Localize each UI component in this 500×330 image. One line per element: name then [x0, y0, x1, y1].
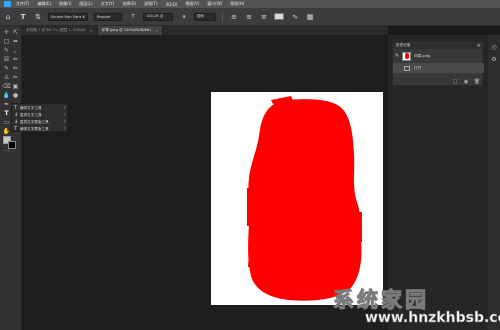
hand-tool-icon[interactable]: ✋: [2, 127, 11, 136]
flyout-item-label: 横排文字蒙版工具: [20, 126, 49, 131]
history-panel-header: 历史记录 ≡: [393, 42, 484, 49]
flyout-item-label: 直排文字工具: [20, 112, 42, 117]
align-right-icon[interactable]: ≡: [259, 12, 269, 22]
history-panel: 历史记录 ≡ ✎ 印章.jpeg 打开 □ ◉ 🗑: [392, 41, 484, 86]
tab-label: 未标题-1 @ 66.7% (图层 1, RGB/8): [26, 28, 86, 32]
history-panel-icon[interactable]: ◴: [490, 43, 498, 51]
tab-untitled-1[interactable]: 未标题-1 @ 66.7% (图层 1, RGB/8) ×: [22, 26, 98, 35]
document-canvas[interactable]: [211, 92, 383, 305]
new-document-from-state-icon[interactable]: □: [452, 79, 458, 85]
flyout-item-vertical-type[interactable]: ↡ 直排文字工具 T: [12, 112, 69, 119]
menu-item-layer[interactable]: 图层(L): [79, 1, 92, 7]
shortcut-label: T: [63, 127, 66, 132]
photoshop-logo-icon[interactable]: [4, 1, 11, 7]
camera-snapshot-icon[interactable]: ◉: [463, 79, 469, 85]
menu-item-window[interactable]: 窗口(W): [207, 1, 222, 7]
menu-item-filter[interactable]: 滤镜(T): [144, 1, 158, 7]
menu-item-file[interactable]: 文件(F): [16, 1, 29, 7]
stamp-edge-fragment: [247, 188, 251, 226]
menu-item-edit[interactable]: 编辑(E): [37, 1, 51, 7]
options-divider: [222, 11, 223, 22]
history-state-row[interactable]: 打开: [393, 63, 484, 73]
menu-item-select[interactable]: 选择(S): [122, 1, 136, 7]
move-tool-icon[interactable]: ✛: [2, 28, 11, 37]
close-icon[interactable]: ×: [155, 29, 158, 33]
shortcut-label: T: [63, 106, 66, 111]
eraser-tool-icon[interactable]: ⌫: [2, 82, 11, 91]
antialias-icon: a: [182, 13, 186, 20]
crop-tool-icon[interactable]: ⌞: [11, 46, 20, 55]
menu-item-image[interactable]: 图像(I): [59, 1, 71, 7]
gradient-tool-icon[interactable]: ▣: [11, 82, 20, 91]
stamp-image: [247, 96, 362, 301]
home-icon[interactable]: ⌂: [3, 12, 13, 22]
history-panel-footer: □ ◉ 🗑: [393, 77, 484, 86]
options-bar: ⌂ T ⇅ Source Han Sans K Regular T 100.26…: [0, 8, 500, 26]
text-color-swatch[interactable]: [274, 13, 284, 20]
frame-tool-icon[interactable]: ☒: [2, 55, 11, 64]
lasso-tool-icon[interactable]: ➠: [11, 37, 20, 46]
menu-item-type[interactable]: 文字(Y): [101, 1, 115, 7]
eyedropper-tool-icon[interactable]: ✏: [11, 55, 20, 64]
artboard-tool-icon[interactable]: ⇱: [11, 28, 20, 37]
flyout-item-horizontal-type-mask[interactable]: T 横排文字蒙版工具 T: [12, 126, 69, 133]
pen-tool-icon[interactable]: ✒: [2, 100, 11, 109]
history-state-label: 打开: [414, 65, 422, 70]
type-tool-icon[interactable]: T: [2, 109, 11, 118]
blur-tool-icon[interactable]: 💧: [2, 91, 11, 100]
panel-menu-icon[interactable]: ≡: [477, 43, 481, 49]
red-stamp-shape: [248, 99, 362, 301]
site-watermark: 系统家园 www.hnzkhbsb.com: [333, 284, 500, 328]
history-brush-source-icon[interactable]: ✎: [395, 53, 402, 59]
clone-stamp-tool-icon[interactable]: ♙: [2, 73, 11, 82]
shortcut-label: T: [63, 113, 66, 118]
menu-item-3d[interactable]: 3D(D): [166, 2, 178, 7]
close-icon[interactable]: ×: [90, 29, 93, 33]
font-size-icon: T: [131, 13, 135, 20]
open-document-icon: [404, 65, 410, 71]
shortcut-label: T: [63, 120, 66, 125]
marquee-tool-icon[interactable]: □: [2, 37, 11, 46]
character-panel-icon[interactable]: ▦: [305, 12, 315, 22]
healing-brush-tool-icon[interactable]: ✎: [2, 64, 11, 73]
snapshot-label: 印章.jpeg: [414, 53, 431, 58]
menu-bar: 文件(F) 编辑(E) 图像(I) 图层(L) 文字(Y) 选择(S) 滤镜(T…: [0, 0, 500, 8]
history-brush-tool-icon[interactable]: ✏: [11, 73, 20, 82]
warp-text-icon[interactable]: ∿: [290, 12, 300, 22]
font-family-select[interactable]: Source Han Sans K: [48, 12, 88, 21]
dodge-tool-icon[interactable]: ●: [11, 91, 20, 100]
properties-panel-icon[interactable]: ⚙: [490, 55, 498, 63]
type-tool-flyout: T 横排文字工具 T ↡ 直排文字工具 T ↡ 直排文字蒙版工具 T T 横排文…: [11, 103, 68, 132]
shape-tool-icon[interactable]: ▭: [2, 118, 11, 127]
flyout-item-label: 横排文字工具: [20, 105, 42, 110]
antialias-select[interactable]: 锐利: [194, 12, 216, 21]
flyout-item-label: 直排文字蒙版工具: [20, 119, 49, 124]
watermark-url: www.hnzkhbsb.com: [365, 310, 500, 327]
document-tabs: 未标题-1 @ 66.7% (图层 1, RGB/8) × 印章.jpeg @ …: [22, 26, 388, 35]
font-size-field[interactable]: 100.26 点: [143, 12, 173, 21]
stamp-edge-fragment: [357, 212, 362, 242]
quick-select-tool-icon[interactable]: ✎: [2, 46, 11, 55]
brush-tool-icon[interactable]: ✏: [11, 64, 20, 73]
orientation-toggle-icon[interactable]: ⇅: [33, 12, 43, 22]
type-tool-preset-icon[interactable]: T: [18, 12, 28, 22]
tab-stamp-jpeg[interactable]: 印章.jpeg @ 100%(RGB/8#) ×: [97, 26, 164, 35]
background-color-swatch[interactable]: [8, 141, 16, 149]
tab-label: 印章.jpeg @ 100%(RGB/8#): [101, 28, 152, 32]
tools-panel: ✛ ⇱ □ ➠ ✎ ⌞ ☒ ✏ ✎ ✏ ♙ ✏ ⌫ ▣ 💧 ● ✒ T ➤ ▭ …: [0, 26, 22, 330]
align-center-icon[interactable]: ≡: [244, 12, 254, 22]
font-style-select[interactable]: Regular: [94, 12, 122, 21]
menu-item-view[interactable]: 视图(V): [185, 1, 199, 7]
flyout-item-horizontal-type[interactable]: T 横排文字工具 T: [12, 105, 69, 112]
flyout-item-vertical-type-mask[interactable]: ↡ 直排文字蒙版工具 T: [12, 119, 69, 126]
trash-icon[interactable]: 🗑: [474, 79, 480, 85]
history-snapshot-row[interactable]: ✎ 印章.jpeg: [393, 51, 484, 61]
align-left-icon[interactable]: ≡: [229, 12, 239, 22]
menu-item-help[interactable]: 帮助(H): [230, 1, 244, 7]
snapshot-thumbnail: [402, 51, 411, 61]
history-panel-title[interactable]: 历史记录: [396, 43, 410, 48]
